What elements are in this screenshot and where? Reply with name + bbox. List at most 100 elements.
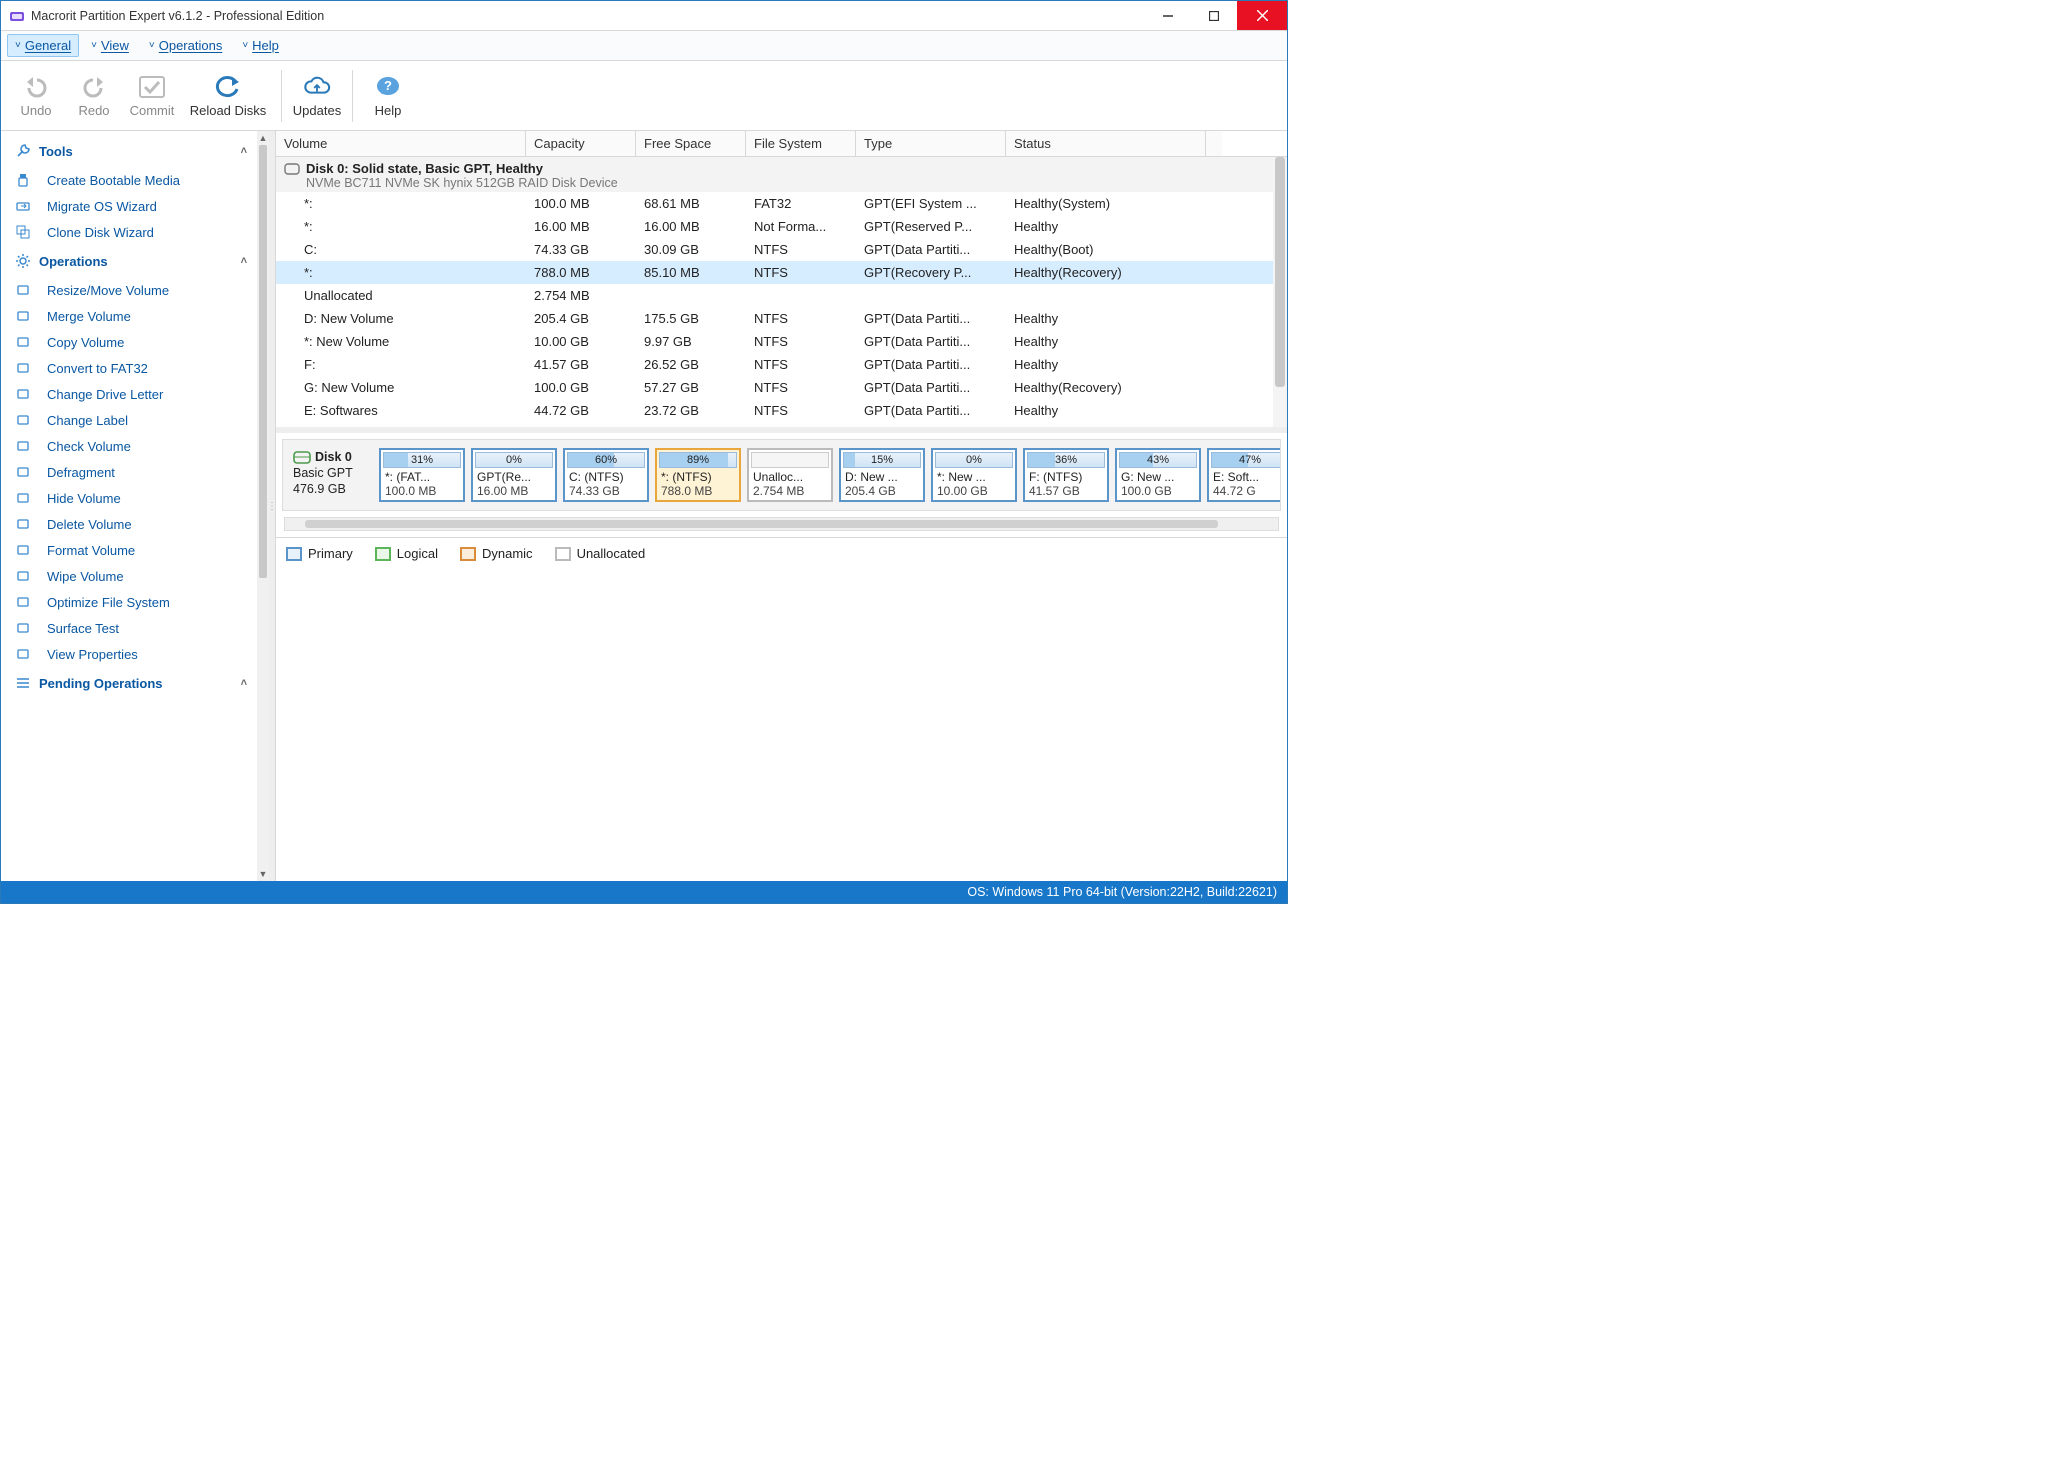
operation-item[interactable]: Merge Volume	[5, 303, 257, 329]
close-button[interactable]	[1237, 1, 1287, 30]
section-title: Operations	[39, 254, 108, 269]
operation-item[interactable]: Optimize File System	[5, 589, 257, 615]
disk-map: Disk 0 Basic GPT 476.9 GB 31%*: (FAT...1…	[282, 439, 1281, 511]
table-row[interactable]: G: New Volume100.0 GB57.27 GBNTFSGPT(Dat…	[276, 376, 1287, 399]
operation-item[interactable]: Format Volume	[5, 537, 257, 563]
col-free[interactable]: Free Space	[636, 131, 746, 156]
disk-map-label[interactable]: Disk 0 Basic GPT 476.9 GB	[291, 448, 373, 502]
tool-clone-disk[interactable]: Clone Disk Wizard	[5, 219, 257, 245]
tools-icon	[15, 143, 31, 159]
col-status[interactable]: Status	[1006, 131, 1206, 156]
commit-button[interactable]: Commit	[123, 65, 181, 127]
partition-block[interactable]: 0%*: New ...10.00 GB	[931, 448, 1017, 502]
operation-item[interactable]: Change Label	[5, 407, 257, 433]
section-tools[interactable]: Tools ˄	[5, 135, 257, 167]
partition-block[interactable]: 0%GPT(Re...16.00 MB	[471, 448, 557, 502]
cell-type	[856, 286, 1006, 305]
table-row[interactable]: *:788.0 MB85.10 MBNTFSGPT(Recovery P...H…	[276, 261, 1287, 284]
scroll-up-arrow-icon[interactable]: ▲	[257, 131, 269, 145]
table-row[interactable]: *: New Volume10.00 GB9.97 GBNTFSGPT(Data…	[276, 330, 1287, 353]
gear-icon	[15, 253, 31, 269]
disk-header[interactable]: Disk 0: Solid state, Basic GPT, Healthy …	[276, 157, 1287, 192]
operation-item[interactable]: Copy Volume	[5, 329, 257, 355]
reload-disks-button[interactable]: Reload Disks	[181, 65, 275, 127]
tool-migrate-os[interactable]: Migrate OS Wizard	[5, 193, 257, 219]
partition-block[interactable]: 36%F: (NTFS)41.57 GB	[1023, 448, 1109, 502]
cell-status: Healthy(Recovery)	[1006, 378, 1206, 397]
table-row[interactable]: D: New Volume205.4 GB175.5 GBNTFSGPT(Dat…	[276, 307, 1287, 330]
col-fs[interactable]: File System	[746, 131, 856, 156]
operation-item[interactable]: Check Volume	[5, 433, 257, 459]
menu-view[interactable]: ˅View	[83, 34, 137, 57]
tool-create-bootable-media[interactable]: Create Bootable Media	[5, 167, 257, 193]
col-capacity[interactable]: Capacity	[526, 131, 636, 156]
table-row[interactable]: *:100.0 MB68.61 MBFAT32GPT(EFI System ..…	[276, 192, 1287, 215]
cell-fs: NTFS	[746, 263, 856, 282]
menu-help[interactable]: ˅Help	[234, 34, 287, 57]
legend-dynamic: Dynamic	[460, 546, 533, 561]
disk-map-scrollbar[interactable]	[284, 517, 1279, 531]
menu-label: Help	[252, 38, 279, 53]
maximize-button[interactable]	[1191, 1, 1237, 30]
scroll-track[interactable]	[257, 145, 269, 867]
menu-general[interactable]: ˅General	[7, 34, 79, 57]
col-type[interactable]: Type	[856, 131, 1006, 156]
undo-button[interactable]: Undo	[7, 65, 65, 127]
partition-label: *: (FAT...	[381, 468, 463, 484]
help-button[interactable]: ? Help	[359, 65, 417, 127]
operation-icon	[15, 516, 31, 532]
scroll-thumb[interactable]	[305, 520, 1219, 528]
table-row[interactable]: *:16.00 MB16.00 MBNot Forma...GPT(Reserv…	[276, 215, 1287, 238]
disk-type: Basic GPT	[293, 466, 373, 480]
redo-button[interactable]: Redo	[65, 65, 123, 127]
partition-label: Unalloc...	[749, 468, 831, 484]
cloud-upload-icon	[303, 73, 331, 101]
table-row[interactable]: Unallocated2.754 MB	[276, 284, 1287, 307]
cell-type: GPT(Data Partiti...	[856, 309, 1006, 328]
operation-item[interactable]: Hide Volume	[5, 485, 257, 511]
partition-size: 788.0 MB	[657, 484, 739, 500]
operation-icon	[15, 568, 31, 584]
partition-block[interactable]: 31%*: (FAT...100.0 MB	[379, 448, 465, 502]
legend-unallocated: Unallocated	[555, 546, 646, 561]
table-row[interactable]: C:74.33 GB30.09 GBNTFSGPT(Data Partiti..…	[276, 238, 1287, 261]
operation-item[interactable]: Change Drive Letter	[5, 381, 257, 407]
cell-free	[636, 424, 746, 427]
legend-label: Primary	[308, 546, 353, 561]
menu-operations[interactable]: ˅Operations	[141, 34, 230, 57]
cell-cap: 10.00 GB	[526, 332, 636, 351]
cell-free: 23.72 GB	[636, 401, 746, 420]
partition-block[interactable]: 43%G: New ...100.0 GB	[1115, 448, 1201, 502]
operation-item[interactable]: Resize/Move Volume	[5, 277, 257, 303]
partition-block[interactable]: 89%*: (NTFS)788.0 MB	[655, 448, 741, 502]
table-row[interactable]: F:41.57 GB26.52 GBNTFSGPT(Data Partiti..…	[276, 353, 1287, 376]
scroll-thumb[interactable]	[259, 145, 267, 578]
section-title: Tools	[39, 144, 73, 159]
operation-item[interactable]: View Properties	[5, 641, 257, 667]
operation-item[interactable]: Defragment	[5, 459, 257, 485]
partition-block[interactable]: 15%D: New ...205.4 GB	[839, 448, 925, 502]
usage-percent: 89%	[687, 454, 709, 466]
section-operations[interactable]: Operations ˄	[5, 245, 257, 277]
section-pending[interactable]: Pending Operations ˄	[5, 667, 257, 699]
minimize-button[interactable]	[1145, 1, 1191, 30]
operation-item[interactable]: Convert to FAT32	[5, 355, 257, 381]
col-volume[interactable]: Volume	[276, 131, 526, 156]
partition-block[interactable]: 60%C: (NTFS)74.33 GB	[563, 448, 649, 502]
partition-block[interactable]: Unalloc...2.754 MB	[747, 448, 833, 502]
partition-block[interactable]: 47%E: Soft...44.72 G	[1207, 448, 1281, 502]
sidebar-scrollbar[interactable]: ▲ ▼	[257, 131, 269, 881]
table-row[interactable]: E: Softwares44.72 GB23.72 GBNTFSGPT(Data…	[276, 399, 1287, 422]
operation-item[interactable]: Delete Volume	[5, 511, 257, 537]
scroll-thumb[interactable]	[1275, 157, 1285, 387]
scroll-down-arrow-icon[interactable]: ▼	[257, 867, 269, 881]
updates-button[interactable]: Updates	[288, 65, 346, 127]
partition-size: 10.00 GB	[933, 484, 1015, 500]
operation-item[interactable]: Surface Test	[5, 615, 257, 641]
cell-status: Healthy	[1006, 401, 1206, 420]
operation-item[interactable]: Wipe Volume	[5, 563, 257, 589]
cell-cap: 41.57 GB	[526, 355, 636, 374]
usage-percent: 0%	[506, 454, 522, 466]
table-row[interactable]: .....	[276, 422, 1287, 427]
table-scrollbar[interactable]	[1273, 157, 1287, 427]
